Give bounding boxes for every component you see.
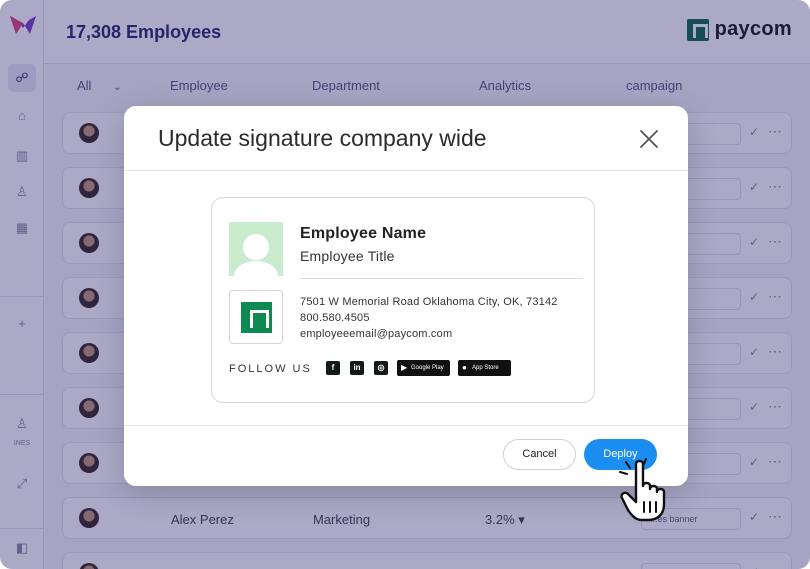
facebook-icon: f bbox=[326, 361, 340, 375]
app-store-label: App Store bbox=[472, 365, 499, 371]
follow-us-label: FOLLOW US bbox=[229, 363, 312, 375]
apple-icon: ● bbox=[462, 363, 467, 372]
hand-pointer-icon bbox=[619, 458, 666, 522]
modal-divider bbox=[124, 170, 688, 171]
modal-divider bbox=[124, 425, 688, 426]
google-play-badge: ▶ Google Play bbox=[397, 360, 450, 376]
cancel-button[interactable]: Cancel bbox=[503, 439, 576, 470]
paycom-logo-icon bbox=[241, 302, 272, 333]
signature-phone: 800.580.4505 bbox=[300, 312, 370, 324]
update-signature-dialog: Update signature company wide Employee N… bbox=[124, 106, 688, 486]
play-icon: ▶ bbox=[401, 363, 408, 372]
signature-divider bbox=[300, 278, 583, 279]
signature-email: employeeemail@paycom.com bbox=[300, 328, 453, 340]
linkedin-icon: in bbox=[350, 361, 364, 375]
instagram-icon: ◎ bbox=[374, 361, 388, 375]
signature-title: Employee Title bbox=[300, 248, 395, 264]
signature-address: 7501 W Memorial Road Oklahoma City, OK, … bbox=[300, 296, 558, 308]
avatar-placeholder-icon bbox=[229, 222, 283, 276]
signature-name: Employee Name bbox=[300, 225, 427, 242]
signature-preview: Employee Name Employee Title 7501 W Memo… bbox=[211, 197, 595, 403]
close-icon[interactable] bbox=[638, 128, 660, 150]
app-store-badge: ● App Store bbox=[458, 360, 511, 376]
modal-title: Update signature company wide bbox=[158, 125, 487, 151]
google-play-label: Google Play bbox=[411, 365, 444, 371]
company-logo bbox=[229, 290, 283, 344]
